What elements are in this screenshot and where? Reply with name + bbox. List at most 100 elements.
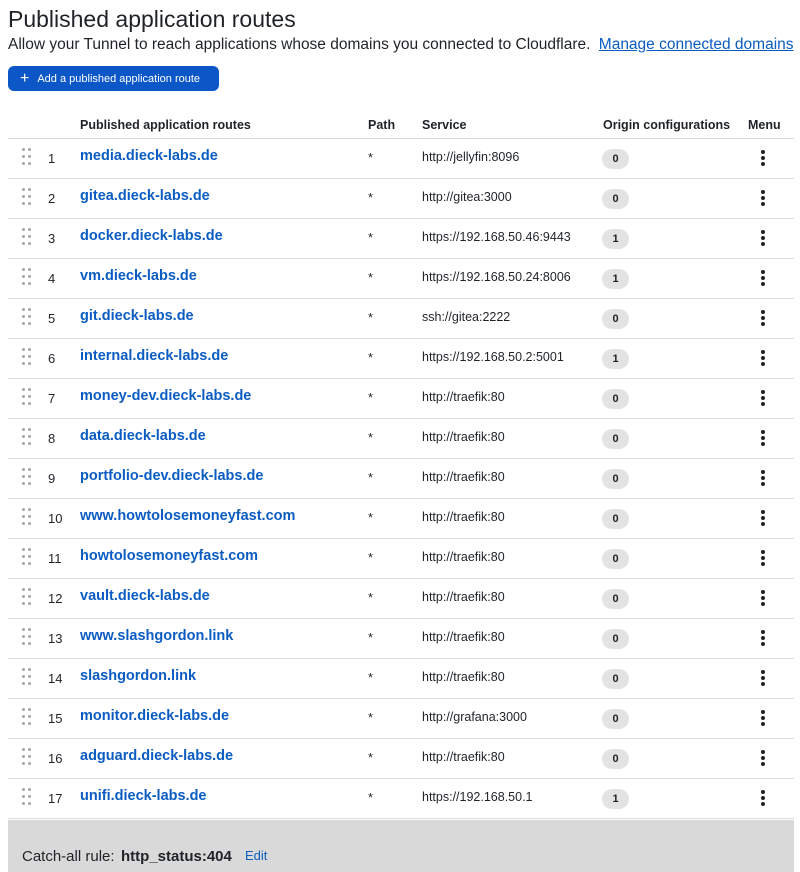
- route-path: *: [368, 270, 374, 285]
- kebab-menu-icon[interactable]: [754, 588, 772, 608]
- kebab-menu-icon[interactable]: [754, 428, 772, 448]
- drag-handle-icon[interactable]: [22, 668, 32, 688]
- row-number: 13: [48, 631, 63, 646]
- column-header-service: Service: [422, 118, 467, 132]
- route-service: http://traefik:80: [422, 590, 505, 604]
- table-row: 13 www.slashgordon.link * http://traefik:80…: [8, 619, 794, 659]
- drag-handle-icon[interactable]: [22, 388, 32, 408]
- table-row: 3 docker.dieck-labs.de * https://192.168.50…: [8, 219, 794, 259]
- route-hostname-link[interactable]: howtolosemoneyfast.com: [80, 548, 258, 564]
- route-hostname-link[interactable]: media.dieck-labs.de: [80, 148, 218, 164]
- drag-handle-icon[interactable]: [22, 628, 32, 648]
- drag-handle-icon[interactable]: [22, 508, 32, 528]
- route-hostname-link[interactable]: www.howtolosemoneyfast.com: [80, 508, 295, 524]
- row-number: 2: [48, 191, 56, 206]
- origin-config-count-badge: 0: [602, 749, 629, 769]
- row-number: 5: [48, 311, 56, 326]
- kebab-menu-icon[interactable]: [754, 188, 772, 208]
- kebab-menu-icon[interactable]: [754, 748, 772, 768]
- route-path: *: [368, 670, 374, 685]
- route-service: ssh://gitea:2222: [422, 310, 511, 324]
- drag-handle-icon[interactable]: [22, 748, 32, 768]
- table-row: 4 vm.dieck-labs.de * https://192.168.50.24:…: [8, 259, 794, 299]
- route-path: *: [368, 790, 374, 805]
- column-header-routes: Published application routes: [80, 118, 251, 132]
- origin-config-count-badge: 0: [602, 589, 629, 609]
- route-hostname-link[interactable]: docker.dieck-labs.de: [80, 228, 223, 244]
- kebab-menu-icon[interactable]: [754, 548, 772, 568]
- origin-config-count-badge: 0: [602, 429, 629, 449]
- kebab-menu-icon[interactable]: [754, 668, 772, 688]
- drag-handle-icon[interactable]: [22, 228, 32, 248]
- kebab-menu-icon[interactable]: [754, 388, 772, 408]
- route-hostname-link[interactable]: internal.dieck-labs.de: [80, 348, 228, 364]
- drag-handle-icon[interactable]: [22, 268, 32, 288]
- kebab-menu-icon[interactable]: [754, 628, 772, 648]
- drag-handle-icon[interactable]: [22, 428, 32, 448]
- drag-handle-icon[interactable]: [22, 788, 32, 808]
- route-hostname-link[interactable]: git.dieck-labs.de: [80, 308, 194, 324]
- route-path: *: [368, 350, 374, 365]
- kebab-menu-icon[interactable]: [754, 228, 772, 248]
- drag-handle-icon[interactable]: [22, 348, 32, 368]
- route-service: http://jellyfin:8096: [422, 150, 520, 164]
- drag-handle-icon[interactable]: [22, 308, 32, 328]
- kebab-menu-icon[interactable]: [754, 788, 772, 808]
- route-service: http://traefik:80: [422, 510, 505, 524]
- route-hostname-link[interactable]: portfolio-dev.dieck-labs.de: [80, 468, 263, 484]
- route-hostname-link[interactable]: www.slashgordon.link: [80, 628, 233, 644]
- route-path: *: [368, 510, 374, 525]
- catch-all-edit-link[interactable]: Edit: [245, 848, 267, 863]
- kebab-menu-icon[interactable]: [754, 508, 772, 528]
- column-header-path: Path: [368, 118, 396, 132]
- table-row: 11 howtolosemoneyfast.com * http://traefik:…: [8, 539, 794, 579]
- row-number: 17: [48, 791, 63, 806]
- drag-handle-icon[interactable]: [22, 148, 32, 168]
- drag-handle-icon[interactable]: [22, 548, 32, 568]
- route-hostname-link[interactable]: money-dev.dieck-labs.de: [80, 388, 251, 404]
- route-service: https://192.168.50.2:5001: [422, 350, 564, 364]
- route-path: *: [368, 470, 374, 485]
- route-hostname-link[interactable]: adguard.dieck-labs.de: [80, 748, 233, 764]
- kebab-menu-icon[interactable]: [754, 268, 772, 288]
- kebab-menu-icon[interactable]: [754, 708, 772, 728]
- route-path: *: [368, 590, 374, 605]
- route-path: *: [368, 710, 374, 725]
- drag-handle-icon[interactable]: [22, 468, 32, 488]
- subtitle-text: Allow your Tunnel to reach applications …: [8, 36, 591, 53]
- drag-handle-icon[interactable]: [22, 588, 32, 608]
- route-service: http://grafana:3000: [422, 710, 527, 724]
- row-number: 9: [48, 471, 56, 486]
- row-number: 16: [48, 751, 63, 766]
- catch-all-rule: Catch-all rule: http_status:404 Edit: [8, 820, 794, 872]
- drag-handle-icon[interactable]: [22, 188, 32, 208]
- drag-handle-icon[interactable]: [22, 708, 32, 728]
- manage-connected-domains-link[interactable]: Manage connected domains: [599, 36, 794, 53]
- origin-config-count-badge: 0: [602, 709, 629, 729]
- route-hostname-link[interactable]: slashgordon.link: [80, 668, 196, 684]
- route-hostname-link[interactable]: data.dieck-labs.de: [80, 428, 206, 444]
- add-published-route-button[interactable]: + Add a published application route: [8, 66, 219, 91]
- row-number: 8: [48, 431, 56, 446]
- route-path: *: [368, 190, 374, 205]
- origin-config-count-badge: 1: [602, 789, 629, 809]
- route-hostname-link[interactable]: unifi.dieck-labs.de: [80, 788, 207, 804]
- routes-table: Published application routes Path Servic…: [8, 110, 794, 819]
- kebab-menu-icon[interactable]: [754, 148, 772, 168]
- route-service: https://192.168.50.24:8006: [422, 270, 571, 284]
- route-path: *: [368, 750, 374, 765]
- route-hostname-link[interactable]: vault.dieck-labs.de: [80, 588, 210, 604]
- table-row: 1 media.dieck-labs.de * http://jellyfin:809…: [8, 139, 794, 179]
- route-hostname-link[interactable]: monitor.dieck-labs.de: [80, 708, 229, 724]
- route-hostname-link[interactable]: vm.dieck-labs.de: [80, 268, 197, 284]
- kebab-menu-icon[interactable]: [754, 348, 772, 368]
- route-hostname-link[interactable]: gitea.dieck-labs.de: [80, 188, 210, 204]
- route-service: http://gitea:3000: [422, 190, 512, 204]
- row-number: 6: [48, 351, 56, 366]
- table-header: Published application routes Path Servic…: [8, 110, 794, 139]
- row-number: 15: [48, 711, 63, 726]
- kebab-menu-icon[interactable]: [754, 308, 772, 328]
- origin-config-count-badge: 0: [602, 669, 629, 689]
- kebab-menu-icon[interactable]: [754, 468, 772, 488]
- route-service: http://traefik:80: [422, 470, 505, 484]
